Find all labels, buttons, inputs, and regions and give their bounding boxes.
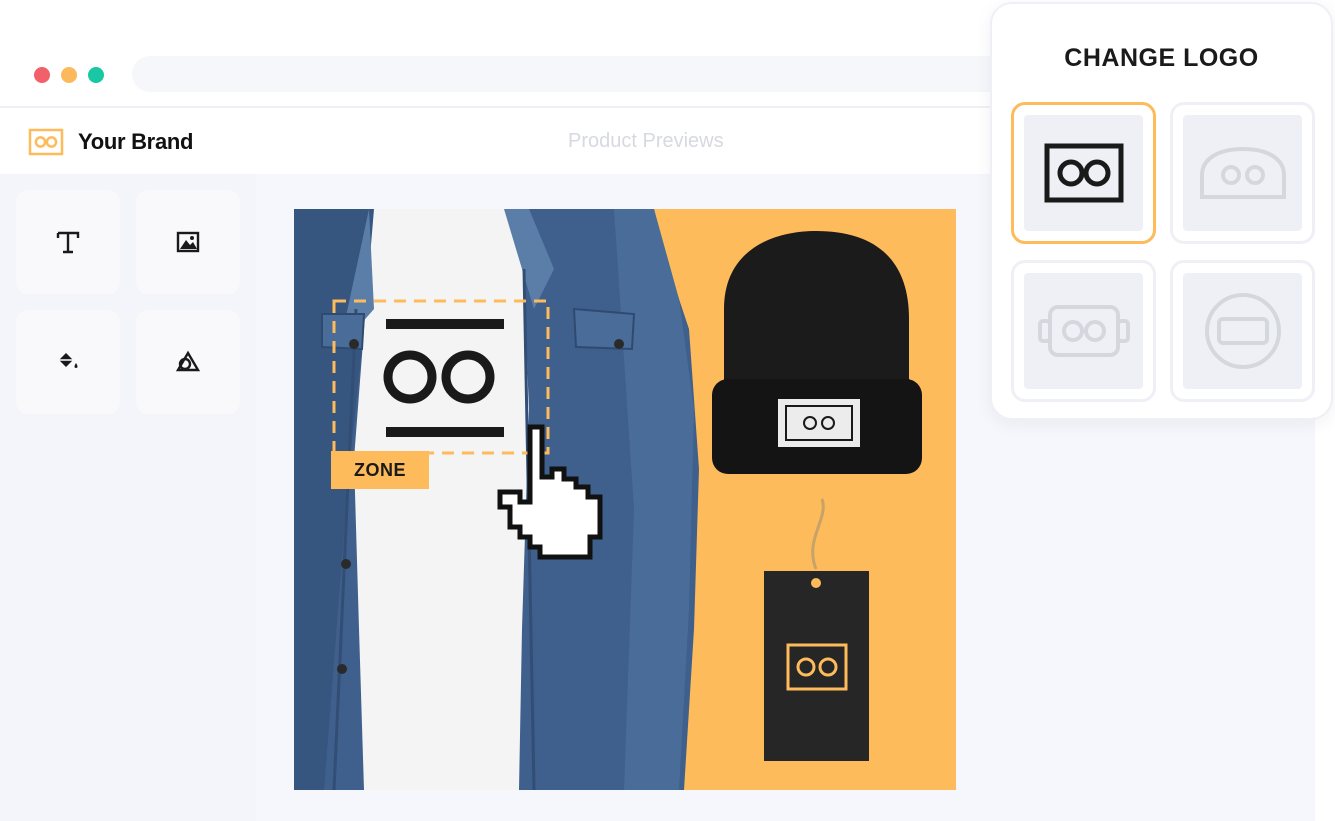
shapes-icon [175, 350, 201, 372]
image-tool-button[interactable] [136, 190, 240, 294]
text-tool-button[interactable] [16, 190, 120, 294]
fill-tool-button[interactable] [16, 310, 120, 414]
paint-bucket-icon [59, 353, 78, 368]
logo-option-3[interactable] [1011, 260, 1156, 402]
rect-logo-icon [1044, 143, 1123, 203]
rounded-logo-icon [1199, 146, 1286, 199]
shape-tool-button[interactable] [136, 310, 240, 414]
brand-name: Your Brand [78, 129, 194, 154]
image-icon [176, 231, 200, 253]
close-dot[interactable] [34, 67, 50, 83]
badge-logo-icon [1037, 305, 1130, 357]
logo-option-4[interactable] [1170, 260, 1315, 402]
product-preview-image [294, 209, 956, 790]
logo-option-2[interactable] [1170, 102, 1315, 244]
page-title: Product Previews [568, 130, 724, 152]
panel-title: CHANGE LOGO [1064, 44, 1259, 72]
logo-option-1[interactable] [1011, 102, 1156, 244]
text-icon [56, 231, 80, 254]
minimize-dot[interactable] [61, 67, 77, 83]
zone-label: ZONE [331, 451, 429, 489]
brand-logo-icon [28, 128, 64, 156]
circle-logo-icon [1204, 293, 1281, 369]
product-scene [294, 209, 956, 790]
maximize-dot[interactable] [88, 67, 104, 83]
change-logo-panel: CHANGE LOGO [990, 2, 1333, 420]
